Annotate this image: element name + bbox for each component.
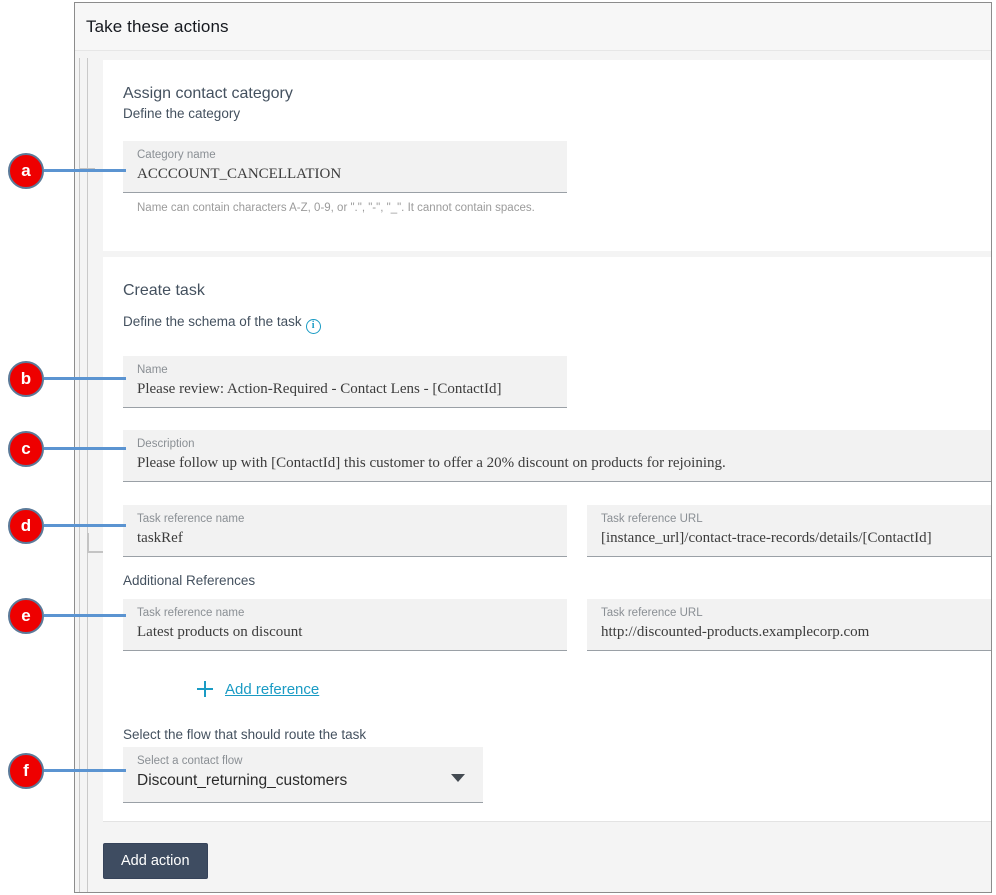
callout-b: b bbox=[8, 361, 44, 397]
category-name-label: Category name bbox=[137, 149, 216, 161]
callout-leader-d bbox=[44, 524, 126, 527]
category-name-value: ACCCOUNT_CANCELLATION bbox=[137, 166, 341, 183]
callout-leader-f bbox=[44, 769, 126, 772]
callout-e: e bbox=[8, 598, 44, 634]
task-name-label: Name bbox=[137, 364, 168, 376]
callout-leader-e bbox=[44, 614, 126, 617]
task-name-value: Please review: Action-Required - Contact… bbox=[137, 381, 501, 398]
callout-a: a bbox=[8, 153, 44, 189]
task-reference-name-field[interactable]: Task reference name taskRef bbox=[123, 505, 567, 557]
add-reference-button[interactable]: Add reference bbox=[197, 681, 319, 698]
category-name-helper-text: Name can contain characters A-Z, 0-9, or… bbox=[137, 201, 537, 215]
create-task-subtitle-text: Define the schema of the task bbox=[123, 314, 302, 329]
contact-flow-select-value: Discount_returning_customers bbox=[137, 772, 347, 790]
flow-prompt-label: Select the flow that should route the ta… bbox=[123, 727, 366, 742]
additional-reference-url-value: http://discounted-products.examplecorp.c… bbox=[601, 624, 869, 641]
contact-flow-select-label: Select a contact flow bbox=[137, 755, 242, 767]
additional-reference-url-label: Task reference URL bbox=[601, 607, 703, 619]
tree-elbow-task bbox=[87, 533, 104, 553]
additional-reference-url-field[interactable]: Task reference URL http://discounted-pro… bbox=[587, 599, 992, 651]
task-reference-url-value: [instance_url]/contact-trace-records/det… bbox=[601, 530, 932, 547]
page-title: Take these actions bbox=[86, 17, 229, 37]
plus-icon bbox=[197, 681, 213, 697]
tree-rail-outer bbox=[79, 58, 80, 893]
task-name-field[interactable]: Name Please review: Action-Required - Co… bbox=[123, 356, 567, 408]
callout-leader-c bbox=[44, 447, 126, 450]
callout-f: f bbox=[8, 753, 44, 789]
additional-references-heading: Additional References bbox=[123, 573, 255, 588]
add-reference-label: Add reference bbox=[225, 681, 319, 698]
create-task-title: Create task bbox=[123, 282, 205, 300]
callout-leader-b bbox=[44, 377, 126, 380]
assign-category-title: Assign contact category bbox=[123, 85, 293, 103]
create-task-subtitle: Define the schema of the task i bbox=[123, 314, 321, 334]
callout-leader-a bbox=[44, 169, 126, 172]
callout-d: d bbox=[8, 508, 44, 544]
additional-reference-name-field[interactable]: Task reference name Latest products on d… bbox=[123, 599, 567, 651]
task-description-field[interactable]: Description Please follow up with [Conta… bbox=[123, 430, 992, 482]
task-description-label: Description bbox=[137, 438, 195, 450]
info-icon[interactable]: i bbox=[306, 319, 321, 334]
task-description-value: Please follow up with [ContactId] this c… bbox=[137, 455, 726, 472]
create-task-card: Create task Define the schema of the tas… bbox=[103, 257, 992, 821]
additional-reference-name-label: Task reference name bbox=[137, 607, 244, 619]
category-name-field[interactable]: Category name ACCCOUNT_CANCELLATION bbox=[123, 141, 567, 193]
assign-category-subtitle: Define the category bbox=[123, 106, 240, 121]
contact-flow-select[interactable]: Select a contact flow Discount_returning… bbox=[123, 747, 483, 803]
callout-c: c bbox=[8, 431, 44, 467]
additional-reference-name-value: Latest products on discount bbox=[137, 624, 302, 641]
take-these-actions-panel: Take these actions Assign contact catego… bbox=[74, 2, 992, 893]
task-reference-name-value: taskRef bbox=[137, 530, 183, 547]
chevron-down-icon[interactable] bbox=[451, 774, 465, 782]
task-reference-url-label: Task reference URL bbox=[601, 513, 703, 525]
footer-divider bbox=[103, 821, 992, 822]
assign-contact-category-card: Assign contact category Define the categ… bbox=[103, 60, 992, 251]
tree-rail-inner bbox=[87, 58, 88, 893]
task-reference-name-label: Task reference name bbox=[137, 513, 244, 525]
task-reference-url-field[interactable]: Task reference URL [instance_url]/contac… bbox=[587, 505, 992, 557]
add-action-button[interactable]: Add action bbox=[103, 843, 208, 879]
